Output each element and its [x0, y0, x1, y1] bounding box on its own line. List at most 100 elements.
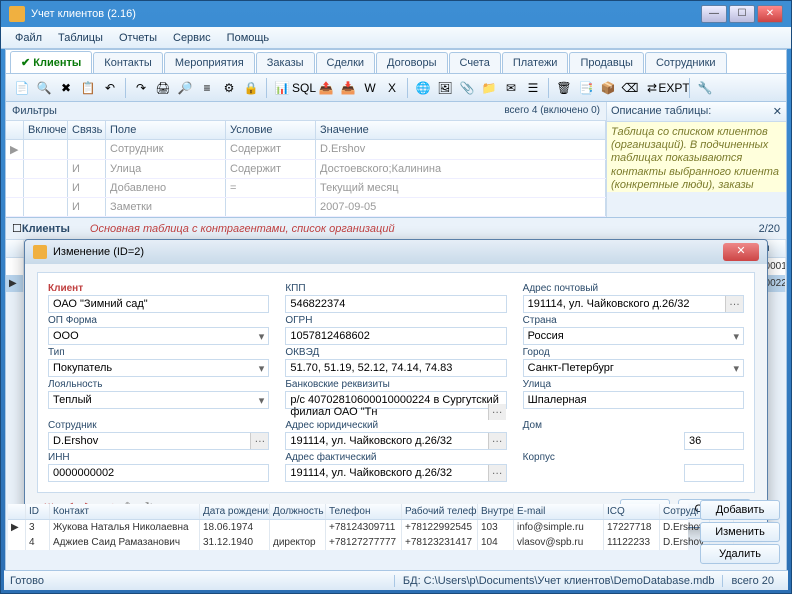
street-input[interactable]: Шпалерная: [523, 391, 744, 409]
toolbar-btn-4[interactable]: ↶: [100, 78, 120, 98]
bank-label: Банковские реквизиты: [285, 379, 506, 390]
tab-payments[interactable]: Платежи: [502, 52, 569, 73]
loyal-label: Лояльность: [48, 379, 269, 390]
toolbar-btn-11[interactable]: 📊: [272, 78, 292, 98]
toolbar-btn-2[interactable]: ✖: [56, 78, 76, 98]
toolbar-btn-7[interactable]: 🔎: [175, 78, 195, 98]
menu-file[interactable]: Файл: [7, 29, 50, 47]
toolbar-btn-20[interactable]: 📁: [479, 78, 499, 98]
toolbar-btn-8[interactable]: ≡: [197, 78, 217, 98]
ogrn-input[interactable]: 1057812468602: [285, 327, 506, 345]
okved-label: ОКВЭД: [285, 347, 506, 358]
bank-input[interactable]: р/с 40702810600010000224 в Сургутский фи…: [285, 391, 506, 409]
ogrn-label: ОГРН: [285, 315, 506, 326]
add-button[interactable]: Добавить: [700, 500, 780, 520]
tab-contracts[interactable]: Договоры: [376, 52, 447, 73]
loyal-select[interactable]: Теплый: [48, 391, 269, 409]
toolbar-btn-17[interactable]: 🌐: [413, 78, 433, 98]
toolbar-btn-24[interactable]: 📑: [576, 78, 596, 98]
city-label: Город: [523, 347, 744, 358]
dialog-close-button[interactable]: ✕: [723, 243, 759, 261]
maximize-button[interactable]: ☐: [729, 5, 755, 23]
tab-deals[interactable]: Сделки: [316, 52, 376, 73]
toolbar-btn-14[interactable]: 📥: [338, 78, 358, 98]
filter-row[interactable]: ИДобавлено=Текущий месяц: [6, 179, 606, 198]
addr-fact-label: Адрес фактический: [285, 452, 506, 463]
table-description: Таблица со списком клиентов (организаций…: [607, 122, 786, 192]
korpus-input[interactable]: [684, 464, 744, 482]
house-label: Дом: [523, 420, 744, 431]
filter-row[interactable]: ИЗаметки2007-09-05: [6, 198, 606, 217]
toolbar-btn-18[interactable]: 🖼: [435, 78, 455, 98]
toolbar-btn-19[interactable]: 📎: [457, 78, 477, 98]
country-label: Страна: [523, 315, 744, 326]
toolbar-btn-3[interactable]: 📋: [78, 78, 98, 98]
toolbar-btn-23[interactable]: 🗑: [554, 78, 574, 98]
grid-count: 2/20: [759, 223, 780, 235]
type-label: Тип: [48, 347, 269, 358]
grid-title: Клиенты: [22, 223, 70, 235]
status-total: всего 20: [722, 575, 782, 587]
okved-input[interactable]: 51.70, 51.19, 52.12, 74.14, 74.83: [285, 359, 506, 377]
toolbar-btn-29[interactable]: 🔧: [695, 78, 715, 98]
emp-input[interactable]: D.Ershov: [48, 432, 269, 450]
tab-invoices[interactable]: Счета: [449, 52, 501, 73]
toolbar-btn-15[interactable]: W: [360, 78, 380, 98]
minimize-button[interactable]: —: [701, 5, 727, 23]
toolbar-btn-25[interactable]: 📦: [598, 78, 618, 98]
toolbar-btn-5[interactable]: ↷: [131, 78, 151, 98]
menu-service[interactable]: Сервис: [165, 29, 219, 47]
tab-employees[interactable]: Сотрудники: [645, 52, 727, 73]
dialog-title: Изменение (ID=2): [53, 246, 144, 258]
tab-contacts[interactable]: Контакты: [93, 52, 163, 73]
toolbar-btn-10[interactable]: 🔒: [241, 78, 261, 98]
country-select[interactable]: Россия: [523, 327, 744, 345]
table-row[interactable]: ▶3Жукова Наталья Николаевна18.06.1974+78…: [8, 520, 688, 535]
close-button[interactable]: ✕: [757, 5, 783, 23]
filter-row[interactable]: ▶СотрудникСодержитD.Ershov: [6, 140, 606, 160]
toolbar-btn-0[interactable]: 📄: [12, 78, 32, 98]
grid-subtitle: Основная таблица с контрагентами, список…: [90, 223, 395, 235]
kpp-input[interactable]: 546822374: [285, 295, 506, 313]
toolbar-btn-13[interactable]: 📤: [316, 78, 336, 98]
menu-tables[interactable]: Таблицы: [50, 29, 111, 47]
table-row[interactable]: 4Аджиев Саид Рамазанович31.12.1940директ…: [8, 535, 688, 550]
toolbar-btn-28[interactable]: EXPT: [664, 78, 684, 98]
inn-input[interactable]: 0000000002: [48, 464, 269, 482]
filters-summary: всего 4 (включено 0): [504, 105, 600, 117]
toolbar-btn-1[interactable]: 🔍: [34, 78, 54, 98]
delete-button[interactable]: Удалить: [700, 544, 780, 564]
tab-events[interactable]: Мероприятия: [164, 52, 255, 73]
client-input[interactable]: ОАО "Зимний сад": [48, 295, 269, 313]
house-input[interactable]: 36: [684, 432, 744, 450]
toolbar-btn-9[interactable]: ⚙: [219, 78, 239, 98]
filter-row[interactable]: ИУлицаСодержитДостоевского;Калинина: [6, 160, 606, 179]
tab-clients[interactable]: Клиенты: [10, 51, 92, 73]
desc-label: Описание таблицы:: [611, 105, 711, 118]
type-select[interactable]: Покупатель: [48, 359, 269, 377]
window-title: Учет клиентов (2.16): [31, 8, 136, 20]
tab-orders[interactable]: Заказы: [256, 52, 315, 73]
dialog-icon: [33, 245, 47, 259]
tabs: Клиенты Контакты Мероприятия Заказы Сдел…: [6, 50, 786, 74]
menu-help[interactable]: Помощь: [219, 29, 278, 47]
inn-label: ИНН: [48, 452, 269, 463]
toolbar-btn-21[interactable]: ✉: [501, 78, 521, 98]
menu-reports[interactable]: Отчеты: [111, 29, 165, 47]
toolbar-btn-22[interactable]: ☰: [523, 78, 543, 98]
toolbar-btn-12[interactable]: SQL: [294, 78, 314, 98]
edit-button[interactable]: Изменить: [700, 522, 780, 542]
city-select[interactable]: Санкт-Петербург: [523, 359, 744, 377]
kpp-label: КПП: [285, 283, 506, 294]
addr-fact-input[interactable]: 191114, ул. Чайковского д.26/32: [285, 464, 506, 482]
addr-post-input[interactable]: 191114, ул. Чайковского д.26/32: [523, 295, 744, 313]
toolbar-btn-26[interactable]: ⌫: [620, 78, 640, 98]
desc-close-icon[interactable]: ✕: [773, 105, 782, 118]
toolbar-btn-16[interactable]: X: [382, 78, 402, 98]
edit-dialog: Изменение (ID=2) ✕ КлиентОАО "Зимний сад…: [24, 239, 768, 528]
addr-jur-input[interactable]: 191114, ул. Чайковского д.26/32: [285, 432, 506, 450]
filter-header: ВключенСвязьПолеУсловиеЗначение: [6, 121, 606, 140]
tab-sellers[interactable]: Продавцы: [569, 52, 644, 73]
opf-select[interactable]: ООО: [48, 327, 269, 345]
toolbar-btn-6[interactable]: 🖨: [153, 78, 173, 98]
